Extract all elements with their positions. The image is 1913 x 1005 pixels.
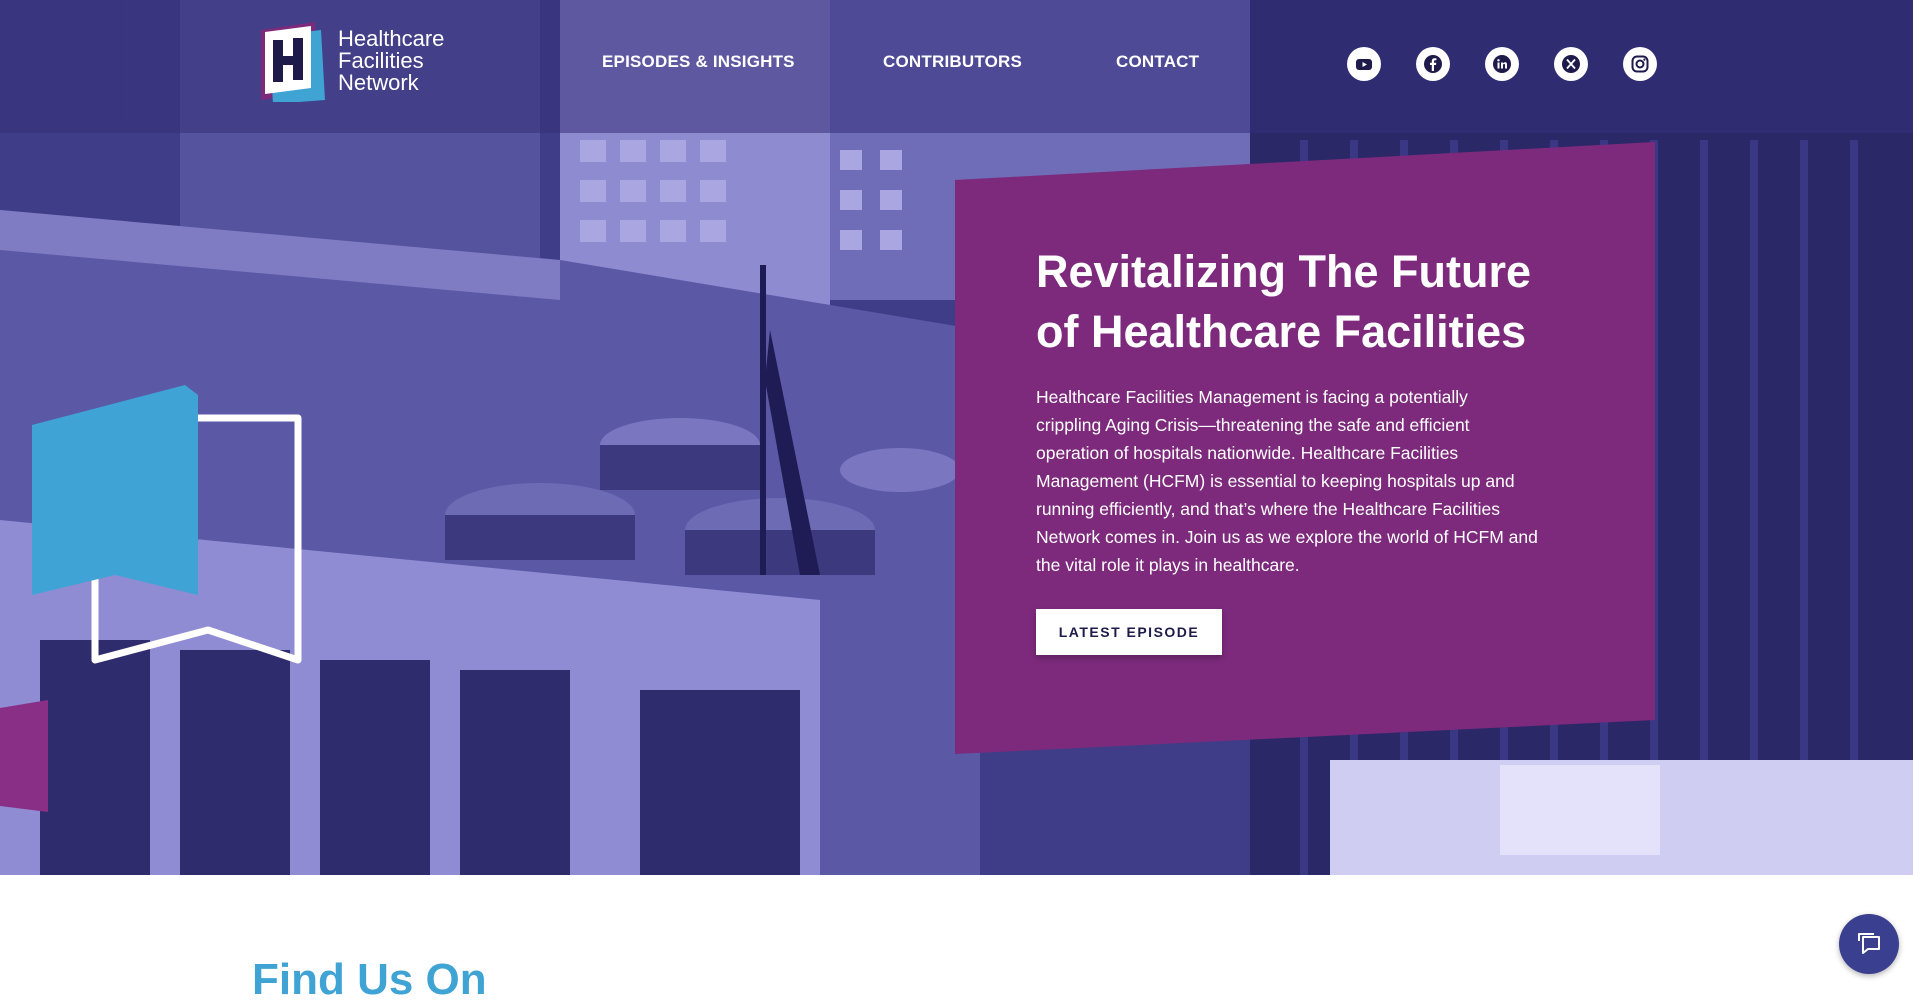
facebook-glyph (1424, 55, 1442, 73)
site-logo[interactable]: Healthcare Facilities Network (255, 20, 465, 105)
hero-title-line-2: of Healthcare Facilities (1036, 306, 1527, 357)
decorative-pink-shape (0, 700, 48, 812)
chat-bubble-icon (1858, 933, 1880, 954)
nav-contact[interactable]: CONTACT (1116, 52, 1199, 72)
instagram-glyph (1631, 55, 1649, 73)
logo-wordmark: Healthcare Facilities Network (338, 28, 444, 94)
hero-section: Healthcare Facilities Network EPISODES &… (0, 0, 1913, 875)
hero-body-line: crippling Aging Crisis—threatening the s… (1036, 415, 1470, 435)
x-glyph (1562, 55, 1580, 73)
x-icon[interactable] (1554, 47, 1588, 81)
hero-description: Healthcare Facilities Management is faci… (1036, 383, 1596, 579)
hero-body-line: Network comes in. Join us as we explore … (1036, 527, 1538, 547)
linkedin-glyph (1493, 55, 1511, 73)
linkedin-icon[interactable] (1485, 47, 1519, 81)
hero-title: Revitalizing The Future of Healthcare Fa… (1036, 242, 1576, 362)
nav-episodes-insights[interactable]: EPISODES & INSIGHTS (602, 52, 795, 72)
logo-line-1: Healthcare (338, 26, 445, 51)
facebook-icon[interactable] (1416, 47, 1450, 81)
nav-contributors[interactable]: CONTRIBUTORS (883, 52, 1022, 72)
find-us-heading: Find Us On (252, 955, 487, 1004)
hero-title-line-1: Revitalizing The Future (1036, 246, 1532, 297)
hero-body-line: Healthcare Facilities Management is faci… (1036, 387, 1468, 407)
hero-body-line: running efficiently, and that’s where th… (1036, 499, 1501, 519)
latest-episode-button[interactable]: LATEST EPISODE (1036, 609, 1222, 655)
chat-button[interactable] (1839, 914, 1899, 974)
logo-mark-icon (261, 22, 325, 102)
hero-body-line: the vital role it plays in healthcare. (1036, 555, 1300, 575)
decorative-banner-shape (32, 385, 302, 664)
logo-line-3: Network (338, 70, 419, 95)
instagram-icon[interactable] (1623, 47, 1657, 81)
logo-line-2: Facilities (338, 48, 424, 73)
youtube-icon[interactable] (1347, 47, 1381, 81)
hero-body-line: Management (HCFM) is essential to keepin… (1036, 471, 1515, 491)
youtube-glyph (1356, 59, 1372, 70)
hero-body-line: operation of hospitals nationwide. Healt… (1036, 443, 1459, 463)
